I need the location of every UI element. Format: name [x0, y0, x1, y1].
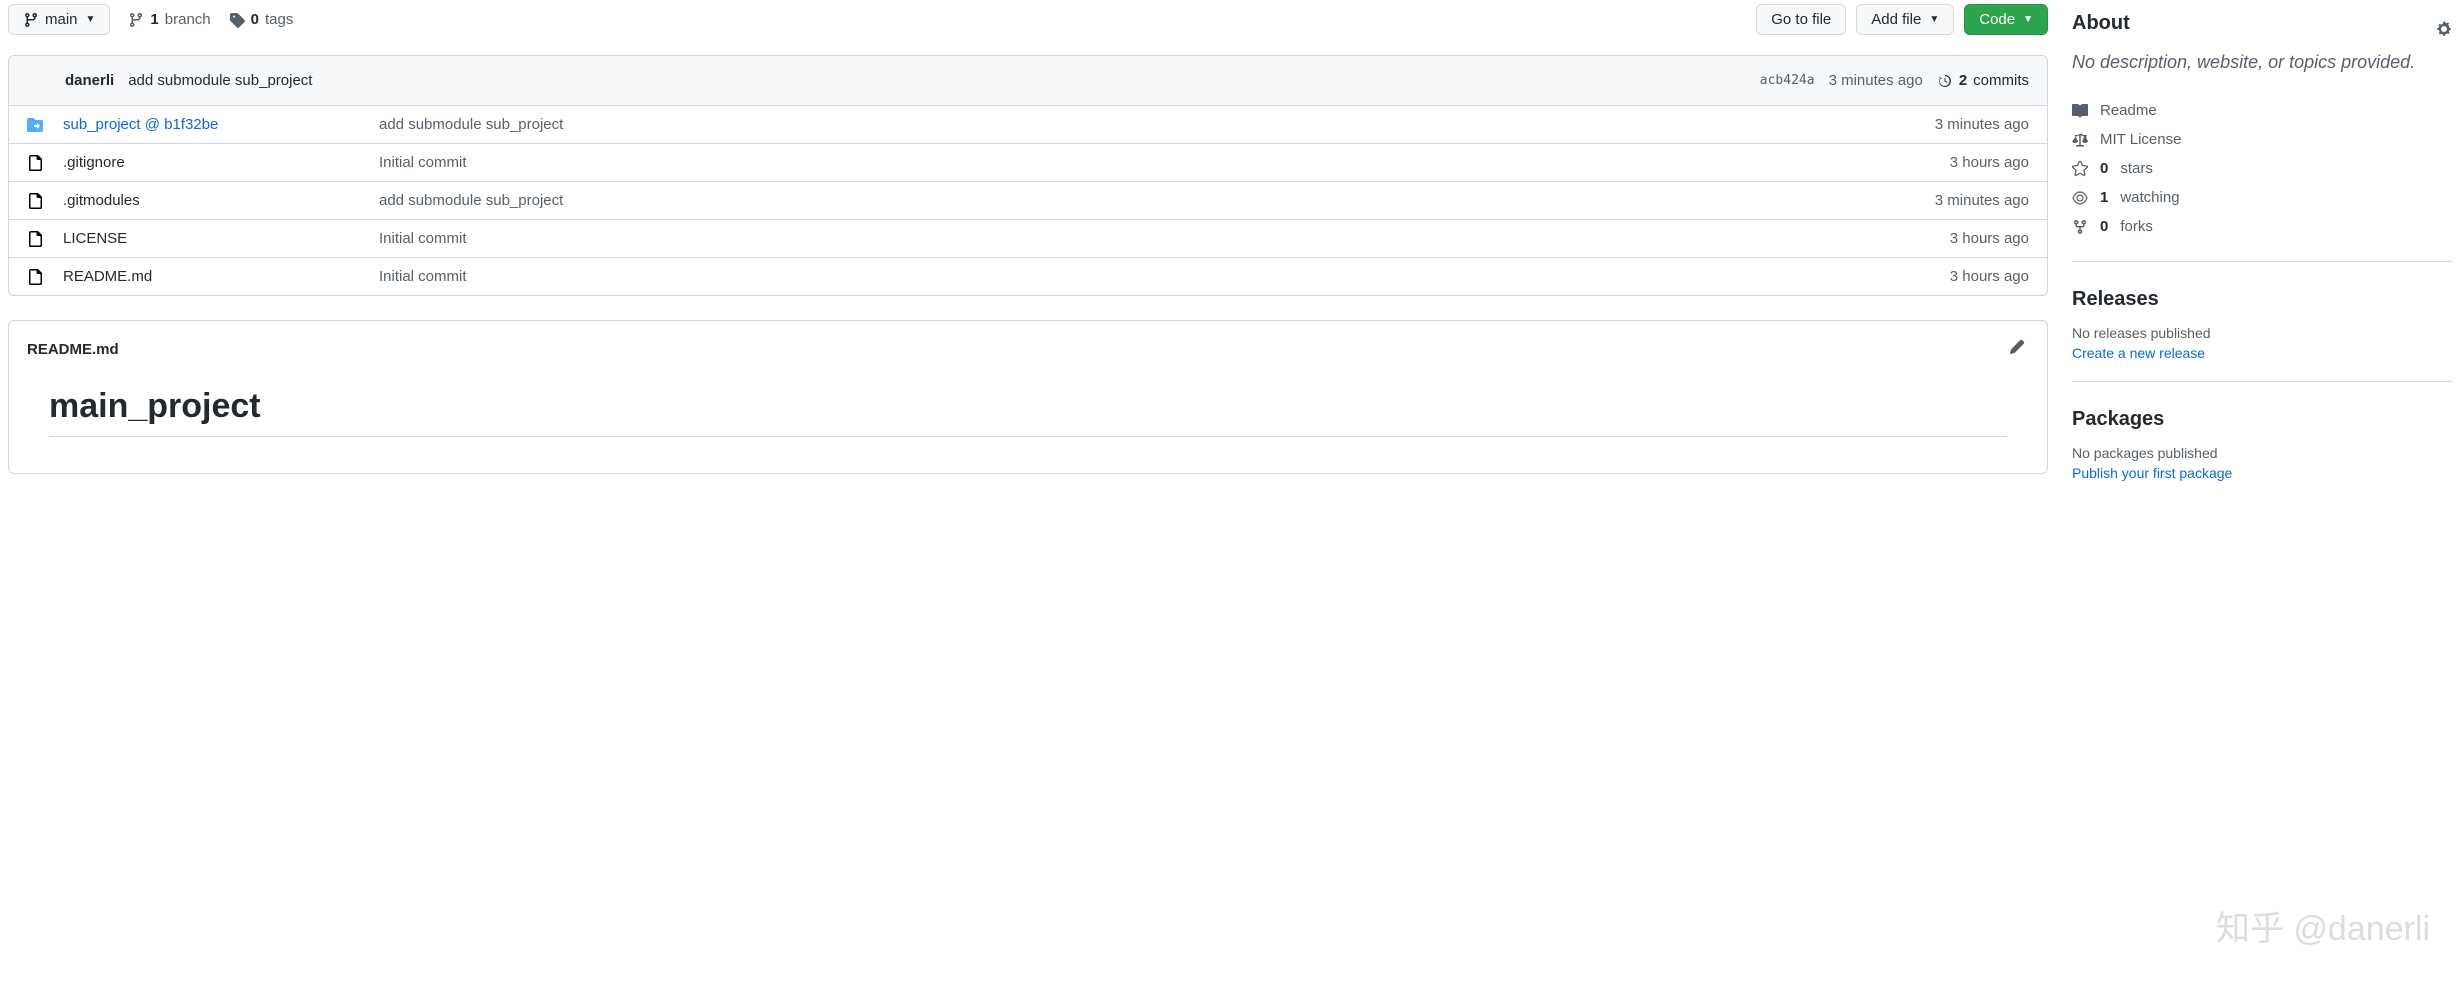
tags-link[interactable]: 0 tags [229, 11, 294, 28]
pencil-icon [2009, 339, 2025, 355]
tags-count: 0 [251, 11, 259, 28]
readme-filename[interactable]: README.md [27, 341, 119, 358]
create-release-link[interactable]: Create a new release [2072, 345, 2205, 361]
commits-label: commits [1973, 72, 2029, 89]
add-file-button[interactable]: Add file ▼ [1856, 4, 1954, 35]
file-commit-message[interactable]: Initial commit [379, 268, 1853, 285]
file-time: 3 hours ago [1869, 230, 2029, 247]
branch-selector-button[interactable]: main ▼ [8, 4, 110, 35]
packages-none-text: No packages published [2072, 445, 2452, 461]
file-icon [27, 269, 47, 285]
file-row: LICENSE Initial commit 3 hours ago [9, 220, 2047, 258]
file-time: 3 hours ago [1869, 268, 2029, 285]
star-icon [2072, 161, 2088, 177]
law-icon [2072, 132, 2088, 148]
forks-link[interactable]: 0 forks [2072, 212, 2452, 241]
branch-icon [128, 12, 144, 28]
commits-history-link[interactable]: 2 commits [1937, 72, 2029, 89]
eye-icon [2072, 190, 2088, 206]
file-time: 3 minutes ago [1869, 116, 2029, 133]
repo-toolbar: main ▼ 1 branch 0 tags [8, 4, 2048, 35]
publish-package-link[interactable]: Publish your first package [2072, 465, 2232, 481]
file-icon [27, 193, 47, 209]
file-commit-message[interactable]: add submodule sub_project [379, 192, 1853, 209]
branch-name: main [45, 11, 78, 28]
branch-count: 1 [150, 11, 158, 28]
readme-heading: main_project [49, 387, 2007, 437]
file-row: .gitignore Initial commit 3 hours ago [9, 144, 2047, 182]
caret-down-icon: ▼ [2023, 14, 2033, 25]
packages-heading[interactable]: Packages [2072, 408, 2452, 431]
latest-commit-header: danerli add submodule sub_project acb424… [9, 56, 2047, 106]
caret-down-icon: ▼ [86, 14, 96, 25]
branch-icon [23, 12, 39, 28]
commits-count: 2 [1959, 72, 1967, 89]
file-commit-message[interactable]: Initial commit [379, 230, 1853, 247]
caret-down-icon: ▼ [1929, 14, 1939, 25]
license-link[interactable]: MIT License [2072, 125, 2452, 154]
commit-time: 3 minutes ago [1829, 72, 1923, 89]
tag-icon [229, 12, 245, 28]
file-time: 3 minutes ago [1869, 192, 2029, 209]
stars-link[interactable]: 0 stars [2072, 154, 2452, 183]
file-list: danerli add submodule sub_project acb424… [8, 55, 2048, 296]
file-row: .gitmodules add submodule sub_project 3 mi… [9, 182, 2047, 220]
releases-heading[interactable]: Releases [2072, 288, 2452, 311]
readme-link[interactable]: Readme [2072, 96, 2452, 125]
commit-message-link[interactable]: add submodule sub_project [128, 72, 312, 89]
file-icon [27, 155, 47, 171]
file-icon [27, 231, 47, 247]
watermark: 知乎 @danerli [2216, 901, 2430, 950]
file-commit-message[interactable]: add submodule sub_project [379, 116, 1853, 133]
file-row: README.md Initial commit 3 hours ago [9, 258, 2047, 295]
repo-settings-button[interactable] [2436, 21, 2452, 40]
fork-icon [2072, 219, 2088, 235]
history-icon [1937, 73, 1953, 89]
edit-readme-button[interactable] [2005, 335, 2029, 363]
directory-icon [27, 117, 47, 133]
releases-none-text: No releases published [2072, 325, 2452, 341]
file-name-link[interactable]: sub_project @ b1f32be [63, 116, 218, 133]
file-name-link[interactable]: .gitignore [63, 154, 125, 171]
book-icon [2072, 103, 2088, 119]
readme-panel: README.md main_project [8, 320, 2048, 474]
go-to-file-button[interactable]: Go to file [1756, 4, 1846, 35]
gear-icon [2436, 21, 2452, 37]
file-name-link[interactable]: README.md [63, 268, 152, 285]
commit-author-link[interactable]: danerli [65, 72, 114, 89]
file-time: 3 hours ago [1869, 154, 2029, 171]
watching-link[interactable]: 1 watching [2072, 183, 2452, 212]
file-name-link[interactable]: .gitmodules [63, 192, 140, 209]
about-description: No description, website, or topics provi… [2072, 49, 2452, 76]
commit-sha-link[interactable]: acb424a [1760, 73, 1815, 88]
file-commit-message[interactable]: Initial commit [379, 154, 1853, 171]
branches-link[interactable]: 1 branch [128, 11, 210, 28]
about-heading: About [2072, 12, 2130, 35]
branch-label: branch [165, 11, 211, 28]
code-button[interactable]: Code ▼ [1964, 4, 2048, 35]
tags-label: tags [265, 11, 293, 28]
file-name-link[interactable]: LICENSE [63, 230, 127, 247]
file-row: sub_project @ b1f32be add submodule sub_p… [9, 106, 2047, 144]
